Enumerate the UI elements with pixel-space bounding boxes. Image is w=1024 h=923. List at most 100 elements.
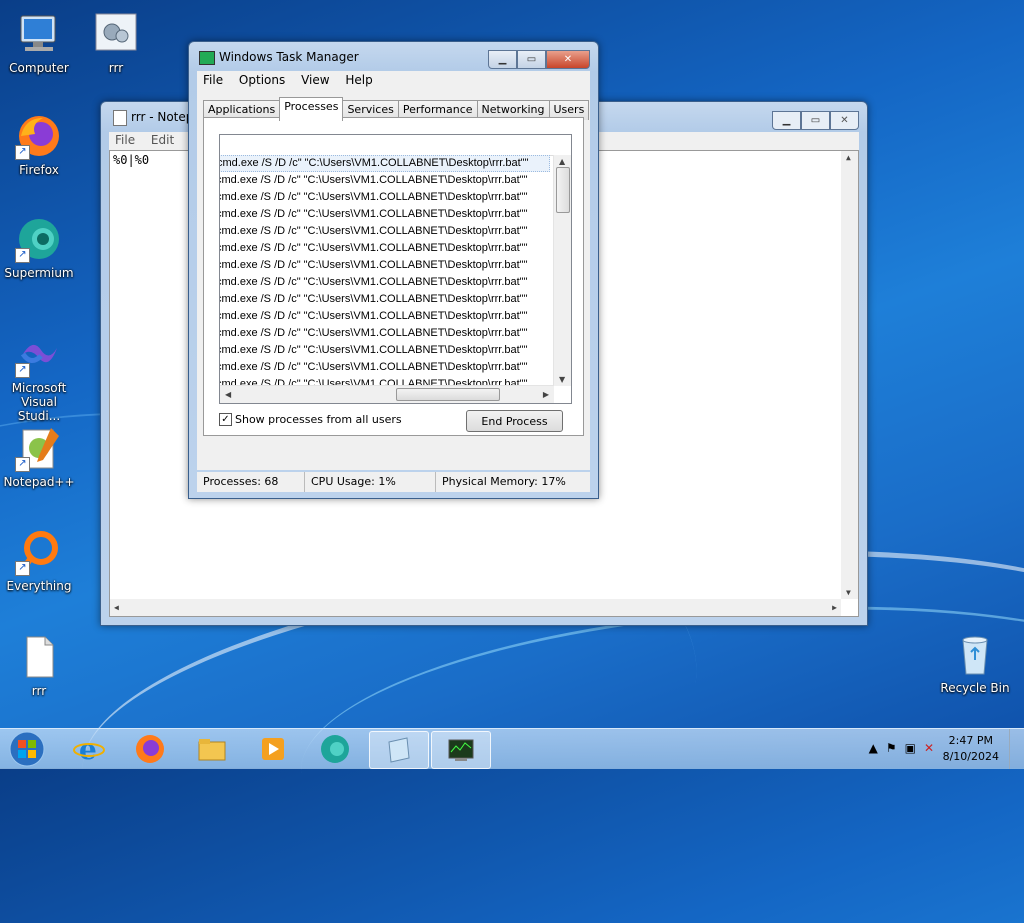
clock[interactable]: 2:47 PM 8/10/2024 (943, 733, 999, 765)
desktop-icon-label: Microsoft Visual Studi... (11, 381, 67, 423)
minimize-button[interactable]: ▁ (772, 111, 801, 130)
batch-file-icon (92, 10, 140, 58)
task-manager-title: Windows Task Manager (219, 50, 359, 64)
scroll-right-arrow-icon[interactable]: ▶ (543, 390, 549, 399)
menu-options[interactable]: Options (233, 71, 291, 89)
menu-view[interactable]: View (295, 71, 335, 89)
close-button[interactable]: ✕ (546, 50, 590, 69)
scroll-left-arrow-icon[interactable]: ◀ (114, 603, 119, 612)
process-list[interactable]: cmd.exe /S /D /c" "C:\Users\VM1.COLLABNE… (219, 134, 572, 404)
supermium-icon: ↗ (15, 215, 63, 263)
menu-file[interactable]: File (109, 132, 141, 148)
menu-edit[interactable]: Edit (145, 132, 180, 148)
processes-panel: cmd.exe /S /D /c" "C:\Users\VM1.COLLABNE… (203, 117, 584, 436)
file-explorer-icon (198, 739, 226, 761)
task-manager-menubar: File Options View Help (197, 71, 590, 91)
scroll-down-arrow-icon[interactable]: ▼ (846, 588, 851, 597)
process-row[interactable]: cmd.exe /S /D /c" "C:\Users\VM1.COLLABNE… (220, 257, 550, 274)
process-row[interactable]: cmd.exe /S /D /c" "C:\Users\VM1.COLLABNE… (220, 274, 550, 291)
desktop-icon-label: Recycle Bin (940, 681, 1010, 695)
process-row[interactable]: cmd.exe /S /D /c" "C:\Users\VM1.COLLABNE… (220, 359, 550, 376)
process-row[interactable]: cmd.exe /S /D /c" "C:\Users\VM1.COLLABNE… (220, 172, 550, 189)
show-all-users-label: Show processes from all users (235, 413, 402, 426)
notepad-app-icon (113, 110, 127, 126)
task-manager-app-icon (199, 51, 215, 65)
internet-explorer-icon: e (73, 733, 105, 765)
desktop-icon-everything[interactable]: ↗ Everything (1, 528, 77, 593)
menu-file[interactable]: File (197, 71, 229, 89)
process-row[interactable]: cmd.exe /S /D /c" "C:\Users\VM1.COLLABNE… (220, 223, 550, 240)
taskbar-firefox[interactable] (121, 731, 179, 767)
minimize-button[interactable]: ▁ (488, 50, 517, 69)
desktop-icon-label: rrr (31, 684, 47, 698)
scroll-up-arrow-icon[interactable]: ▲ (559, 157, 565, 166)
process-row[interactable]: cmd.exe /S /D /c" "C:\Users\VM1.COLLABNE… (220, 325, 550, 342)
taskbar-task-manager[interactable] (431, 731, 491, 769)
shortcut-arrow-icon: ↗ (15, 248, 30, 263)
maximize-button[interactable]: ▭ (517, 50, 546, 69)
volume-muted-icon[interactable]: ✕ (924, 741, 934, 755)
desktop-icon-rrr-text[interactable]: rrr (1, 633, 77, 698)
process-rows: cmd.exe /S /D /c" "C:\Users\VM1.COLLABNE… (220, 155, 550, 393)
notepad-content: %0|%0 (113, 153, 150, 167)
scroll-left-arrow-icon[interactable]: ◀ (225, 390, 231, 399)
desktop-icon-label: Computer (9, 61, 69, 75)
recycle-bin-icon (951, 630, 999, 678)
taskbar-media-player[interactable] (244, 731, 302, 767)
horizontal-scrollbar[interactable]: ◀ ▶ (110, 599, 841, 616)
desktop-icon-recycle-bin[interactable]: Recycle Bin (937, 630, 1013, 695)
close-button[interactable]: ✕ (830, 111, 859, 130)
taskbar-file-explorer[interactable] (183, 731, 241, 767)
task-manager-icon (448, 739, 474, 761)
action-center-flag-icon[interactable]: ⚑ (886, 741, 897, 755)
scroll-up-arrow-icon[interactable]: ▲ (846, 153, 851, 162)
shortcut-arrow-icon: ↗ (15, 363, 30, 378)
taskbar-internet-explorer[interactable]: e (60, 731, 118, 767)
taskbar-supermium[interactable] (306, 731, 364, 767)
start-button[interactable] (2, 729, 52, 769)
desktop-icon-notepadpp[interactable]: ↗ Notepad++ (1, 424, 77, 489)
desktop-icon-label: rrr (108, 61, 124, 75)
show-desktop-button[interactable] (1009, 729, 1024, 769)
process-row[interactable]: cmd.exe /S /D /c" "C:\Users\VM1.COLLABNE… (220, 206, 550, 223)
clock-time: 2:47 PM (948, 734, 993, 747)
show-all-users-checkbox[interactable]: ✓ Show processes from all users (219, 413, 402, 426)
maximize-button[interactable]: ▭ (801, 111, 830, 130)
task-manager-window[interactable]: Windows Task Manager ▁ ▭ ✕ File Options … (188, 41, 599, 499)
desktop-icon-label: Notepad++ (3, 475, 75, 489)
desktop-icon-visual-studio[interactable]: ↗ Microsoft Visual Studi... (1, 330, 77, 423)
status-bar: Processes: 68 CPU Usage: 1% Physical Mem… (197, 472, 590, 492)
desktop-icon-computer[interactable]: Computer (1, 10, 77, 75)
process-row[interactable]: cmd.exe /S /D /c" "C:\Users\VM1.COLLABNE… (220, 240, 550, 257)
scroll-thumb[interactable] (396, 388, 500, 401)
menu-help[interactable]: Help (339, 71, 378, 89)
process-row[interactable]: cmd.exe /S /D /c" "C:\Users\VM1.COLLABNE… (220, 155, 550, 172)
column-header[interactable] (220, 135, 571, 156)
desktop-icon-supermium[interactable]: ↗ Supermium (1, 215, 77, 280)
scroll-thumb[interactable] (556, 167, 570, 213)
desktop-icon-label: Supermium (4, 266, 74, 280)
horizontal-scrollbar[interactable]: ◀ ▶ (220, 385, 554, 403)
process-row[interactable]: cmd.exe /S /D /c" "C:\Users\VM1.COLLABNE… (220, 342, 550, 359)
notepad-title: rrr - Notep (131, 110, 194, 124)
end-process-button[interactable]: End Process (466, 410, 563, 432)
vertical-scrollbar[interactable]: ▲ ▼ (553, 155, 571, 386)
visual-studio-icon: ↗ (15, 330, 63, 378)
taskbar-notepad[interactable] (369, 731, 429, 769)
process-row[interactable]: cmd.exe /S /D /c" "C:\Users\VM1.COLLABNE… (220, 308, 550, 325)
scroll-right-arrow-icon[interactable]: ▶ (832, 603, 837, 612)
checkbox-check-icon[interactable]: ✓ (219, 413, 232, 426)
system-tray: ▲ ⚑ ▣ ✕ (869, 741, 934, 755)
network-icon[interactable]: ▣ (905, 741, 916, 755)
tab-processes[interactable]: Processes (279, 97, 344, 121)
show-hidden-icons-icon[interactable]: ▲ (869, 741, 878, 755)
scroll-down-arrow-icon[interactable]: ▼ (559, 375, 565, 384)
vertical-scrollbar[interactable]: ▲ ▼ (841, 151, 858, 599)
text-file-icon (15, 633, 63, 681)
desktop-icon-firefox[interactable]: ↗ Firefox (1, 112, 77, 177)
computer-icon (15, 10, 63, 58)
supermium-icon (321, 735, 349, 763)
desktop-icon-rrr-bat[interactable]: rrr (78, 10, 154, 75)
process-row[interactable]: cmd.exe /S /D /c" "C:\Users\VM1.COLLABNE… (220, 291, 550, 308)
process-row[interactable]: cmd.exe /S /D /c" "C:\Users\VM1.COLLABNE… (220, 189, 550, 206)
